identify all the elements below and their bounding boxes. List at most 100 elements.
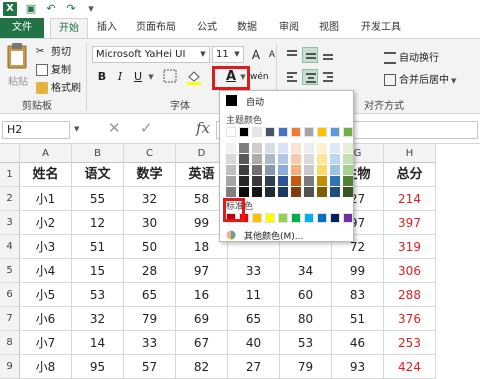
- cell-c9[interactable]: 57: [124, 355, 176, 379]
- theme-shade-swatch[interactable]: [304, 143, 314, 153]
- align-top-button[interactable]: [284, 47, 300, 63]
- standard-color-swatch[interactable]: [252, 213, 262, 223]
- cut-button[interactable]: ✂ 剪切: [36, 43, 71, 58]
- underline-button[interactable]: U: [130, 69, 146, 85]
- theme-shade-swatch[interactable]: [265, 165, 275, 175]
- row-header-3[interactable]: 3: [0, 211, 20, 235]
- theme-shade-swatch[interactable]: [278, 154, 288, 164]
- theme-shade-swatch[interactable]: [304, 154, 314, 164]
- cell-b5[interactable]: 15: [72, 259, 124, 283]
- cell-c3[interactable]: 30: [124, 211, 176, 235]
- theme-shade-swatch[interactable]: [239, 165, 249, 175]
- cell-b8[interactable]: 14: [72, 331, 124, 355]
- cell-a9[interactable]: 小8: [20, 355, 72, 379]
- theme-color-swatch[interactable]: [252, 127, 262, 137]
- cell-a4[interactable]: 小3: [20, 235, 72, 259]
- theme-shade-swatch[interactable]: [330, 176, 340, 186]
- theme-shade-swatch[interactable]: [317, 187, 327, 197]
- cell-d9[interactable]: 82: [176, 355, 228, 379]
- row-header-8[interactable]: 8: [0, 331, 20, 355]
- cell-e7[interactable]: 65: [228, 307, 280, 331]
- paste-button[interactable]: 粘贴: [6, 43, 30, 88]
- cell-c1[interactable]: 数学: [124, 163, 176, 187]
- theme-shade-swatch[interactable]: [239, 143, 249, 153]
- theme-shade-swatch[interactable]: [291, 165, 301, 175]
- insert-function-button[interactable]: fx: [196, 119, 210, 137]
- theme-shade-swatch[interactable]: [330, 187, 340, 197]
- theme-shade-swatch[interactable]: [226, 143, 236, 153]
- tab-data[interactable]: 数据: [230, 18, 264, 38]
- cell-a5[interactable]: 小4: [20, 259, 72, 283]
- grow-font-button[interactable]: A: [248, 47, 264, 63]
- theme-color-swatch[interactable]: [291, 127, 301, 137]
- standard-color-swatch[interactable]: [278, 213, 288, 223]
- cell-d8[interactable]: 67: [176, 331, 228, 355]
- cell-h1[interactable]: 总分: [384, 163, 436, 187]
- theme-shade-swatch[interactable]: [226, 176, 236, 186]
- cell-h3[interactable]: 397: [384, 211, 436, 235]
- theme-shade-swatch[interactable]: [343, 143, 353, 153]
- theme-shade-swatch[interactable]: [278, 165, 288, 175]
- cell-a3[interactable]: 小2: [20, 211, 72, 235]
- redo-icon[interactable]: ↷: [64, 2, 78, 16]
- theme-shade-swatch[interactable]: [226, 154, 236, 164]
- column-header-h[interactable]: H: [384, 144, 436, 163]
- theme-shade-swatch[interactable]: [265, 143, 275, 153]
- theme-shade-swatch[interactable]: [278, 176, 288, 186]
- shrink-font-button[interactable]: A: [264, 47, 280, 63]
- wrap-text-button[interactable]: 自动换行: [384, 49, 439, 64]
- save-icon[interactable]: ▣: [24, 2, 38, 16]
- cell-d7[interactable]: 69: [176, 307, 228, 331]
- name-box[interactable]: H2: [2, 121, 70, 139]
- theme-shade-swatch[interactable]: [291, 176, 301, 186]
- cell-b1[interactable]: 语文: [72, 163, 124, 187]
- theme-shade-swatch[interactable]: [226, 187, 236, 197]
- font-size-select[interactable]: 11 ▼: [212, 46, 244, 63]
- theme-color-swatch[interactable]: [317, 127, 327, 137]
- row-header-4[interactable]: 4: [0, 235, 20, 259]
- cell-g7[interactable]: 51: [332, 307, 384, 331]
- row-header-5[interactable]: 5: [0, 259, 20, 283]
- standard-color-swatch[interactable]: [317, 213, 327, 223]
- align-bottom-button[interactable]: [320, 47, 336, 63]
- name-box-dropdown-icon[interactable]: ▼: [74, 126, 80, 133]
- cell-b6[interactable]: 53: [72, 283, 124, 307]
- theme-shade-swatch[interactable]: [278, 187, 288, 197]
- cell-h8[interactable]: 253: [384, 331, 436, 355]
- cell-f8[interactable]: 53: [280, 331, 332, 355]
- row-header-9[interactable]: 9: [0, 355, 20, 379]
- cell-h5[interactable]: 306: [384, 259, 436, 283]
- automatic-color-option[interactable]: 自动: [246, 95, 264, 108]
- cell-f5[interactable]: 34: [280, 259, 332, 283]
- tab-developer[interactable]: 开发工具: [354, 18, 408, 38]
- tab-page-layout[interactable]: 页面布局: [128, 18, 184, 38]
- theme-shade-swatch[interactable]: [252, 143, 262, 153]
- cell-b3[interactable]: 12: [72, 211, 124, 235]
- theme-shade-swatch[interactable]: [317, 165, 327, 175]
- phonetic-button[interactable]: wén: [250, 69, 269, 85]
- tab-insert[interactable]: 插入: [90, 18, 124, 38]
- theme-shade-swatch[interactable]: [278, 143, 288, 153]
- theme-color-swatch[interactable]: [239, 127, 249, 137]
- align-middle-button[interactable]: [302, 47, 318, 63]
- cell-e9[interactable]: 27: [228, 355, 280, 379]
- cell-a6[interactable]: 小5: [20, 283, 72, 307]
- tab-file[interactable]: 文件: [0, 18, 44, 38]
- align-right-button[interactable]: [320, 69, 336, 85]
- automatic-color-swatch[interactable]: [226, 95, 237, 106]
- standard-color-swatch[interactable]: [304, 213, 314, 223]
- theme-shade-swatch[interactable]: [343, 154, 353, 164]
- font-name-select[interactable]: Microsoft YaHei UI ▼: [92, 46, 210, 63]
- cell-g9[interactable]: 93: [332, 355, 384, 379]
- theme-shade-swatch[interactable]: [291, 143, 301, 153]
- cell-e5[interactable]: 33: [228, 259, 280, 283]
- undo-icon[interactable]: ↶: [44, 2, 58, 16]
- cell-h9[interactable]: 424: [384, 355, 436, 379]
- tab-review[interactable]: 审阅: [272, 18, 306, 38]
- cell-a8[interactable]: 小7: [20, 331, 72, 355]
- cell-c6[interactable]: 65: [124, 283, 176, 307]
- cell-h7[interactable]: 376: [384, 307, 436, 331]
- theme-shade-swatch[interactable]: [317, 143, 327, 153]
- theme-shade-swatch[interactable]: [304, 176, 314, 186]
- theme-color-swatch[interactable]: [278, 127, 288, 137]
